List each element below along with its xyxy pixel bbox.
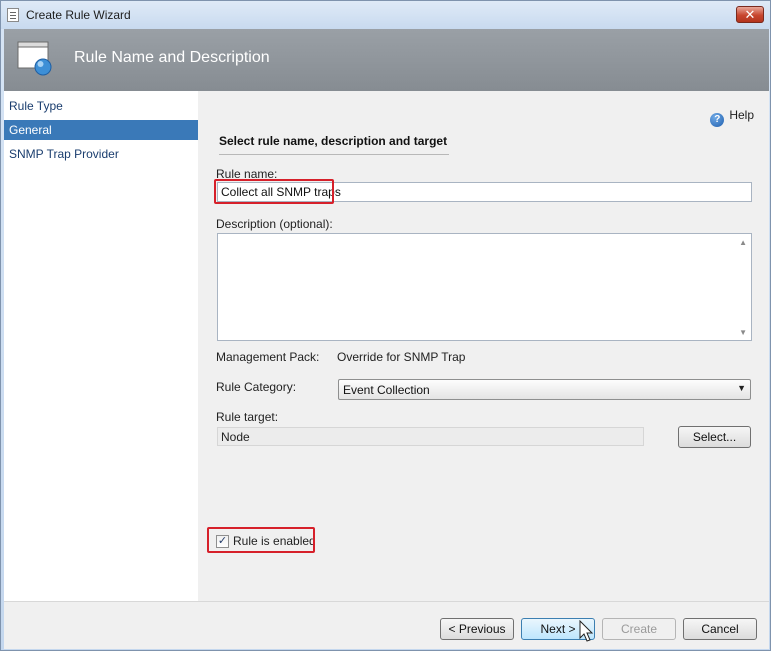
page-title: Rule Name and Description — [74, 49, 270, 66]
rule-enabled-highlight — [207, 527, 315, 553]
header-banner: Rule Name and Description — [4, 29, 769, 91]
rule-target-field: Node — [217, 427, 644, 446]
mouse-cursor-icon — [579, 620, 594, 642]
close-icon: ✕ — [744, 7, 756, 22]
management-pack-value: Override for SNMP Trap — [337, 350, 466, 364]
section-title: Select rule name, description and target — [219, 134, 449, 155]
window-title: Create Rule Wizard — [26, 8, 131, 22]
help-label: Help — [729, 108, 754, 122]
rule-category-label: Rule Category: — [216, 380, 297, 394]
help-icon: ? — [710, 113, 725, 127]
description-textarea[interactable]: ▲ ▼ — [217, 233, 752, 341]
select-target-button[interactable]: Select... — [678, 426, 751, 448]
title-bar: Create Rule Wizard ✕ — [1, 1, 770, 29]
scroll-down-icon[interactable]: ▼ — [739, 328, 747, 337]
rule-category-value: Event Collection — [343, 383, 430, 397]
rule-target-label: Rule target: — [216, 410, 279, 424]
wizard-footer: < Previous Next > Create Cancel — [4, 601, 769, 649]
nav-item-rule-type[interactable]: Rule Type — [4, 96, 198, 116]
management-pack-label: Management Pack: — [216, 350, 320, 364]
banner-app-icon — [17, 41, 52, 76]
description-label: Description (optional): — [216, 217, 333, 231]
wizard-icon — [7, 8, 19, 22]
nav-item-snmp-trap-provider[interactable]: SNMP Trap Provider — [4, 144, 198, 164]
content-panel: ? Help Select rule name, description and … — [198, 91, 769, 601]
close-button[interactable]: ✕ — [736, 6, 764, 23]
help-link[interactable]: ? Help — [710, 108, 754, 127]
wizard-steps-nav: Rule Type General SNMP Trap Provider — [4, 91, 198, 601]
create-rule-wizard-window: Create Rule Wizard ✕ Rule Name and Descr… — [0, 0, 771, 651]
previous-button[interactable]: < Previous — [440, 618, 514, 640]
dropdown-arrow-icon: ▼ — [737, 383, 746, 393]
rule-name-highlight — [214, 179, 334, 204]
rule-category-select[interactable]: Event Collection ▼ — [338, 379, 751, 400]
create-button[interactable]: Create — [602, 618, 676, 640]
nav-item-general[interactable]: General — [4, 120, 198, 140]
scroll-up-icon[interactable]: ▲ — [739, 238, 747, 247]
cancel-button[interactable]: Cancel — [683, 618, 757, 640]
